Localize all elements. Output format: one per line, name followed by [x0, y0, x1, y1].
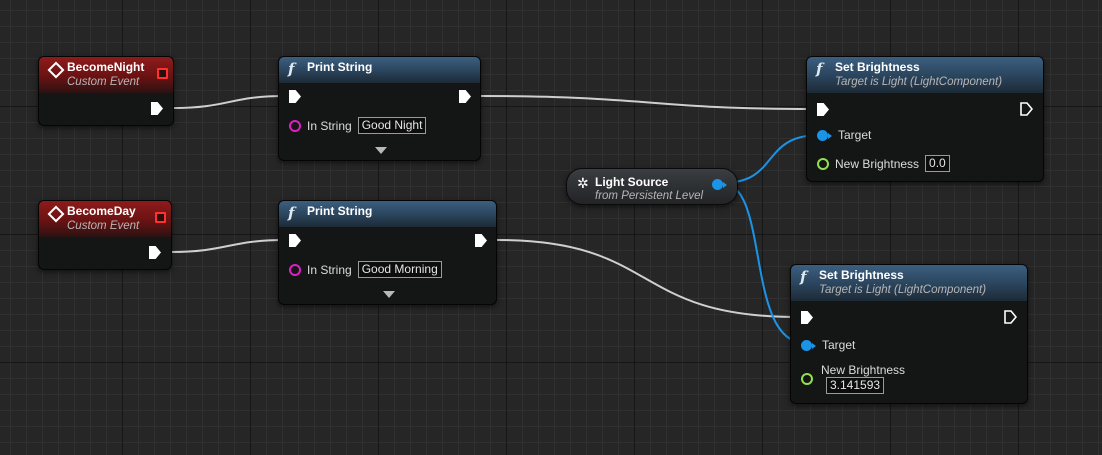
node-subtitle: Target is Light (LightComponent)	[819, 284, 987, 296]
function-icon: f	[288, 60, 295, 78]
function-icon: f	[288, 204, 295, 222]
in-string-pin-row[interactable]: In String Good Morning	[289, 261, 442, 278]
new-brightness-label: New Brightness	[821, 363, 906, 377]
in-string-label: In String	[307, 118, 352, 133]
node-header[interactable]: BecomeNight Custom Event	[39, 57, 173, 93]
string-pin-icon[interactable]	[289, 263, 301, 276]
event-diamond-icon	[47, 61, 65, 79]
float-pin-icon[interactable]	[801, 373, 813, 385]
target-pin-row[interactable]: Target	[817, 128, 871, 142]
event-diamond-icon	[47, 205, 65, 223]
node-title: Set Brightness	[835, 60, 920, 74]
delegate-output-pin[interactable]	[157, 68, 168, 79]
node-title: Light Source	[595, 175, 669, 189]
exec-output-pin[interactable]	[151, 102, 163, 115]
set-brightness-node-2[interactable]: f Set Brightness Target is Light (LightC…	[790, 264, 1028, 404]
function-icon: f	[800, 268, 807, 286]
target-label: Target	[822, 338, 856, 352]
float-pin-icon[interactable]	[817, 157, 829, 170]
exec-wire-day-to-print	[171, 239, 286, 253]
string-pin-icon[interactable]	[289, 119, 301, 132]
new-brightness-field[interactable]: 0.0	[925, 155, 950, 172]
in-string-label: In String	[307, 262, 352, 277]
exec-output-pin[interactable]	[459, 90, 471, 103]
print-string-node-night[interactable]: f Print String In String Good Night	[278, 56, 481, 161]
node-subtitle: Target is Light (LightComponent)	[835, 76, 1003, 88]
new-brightness-field[interactable]: 3.141593	[826, 377, 885, 394]
object-input-pin[interactable]	[817, 129, 832, 141]
node-title: Print String	[307, 60, 373, 74]
in-string-field[interactable]: Good Night	[357, 117, 427, 134]
new-brightness-label: New Brightness	[835, 156, 920, 171]
print-string-node-day[interactable]: f Print String In String Good Morning	[278, 200, 497, 305]
node-title: Print String	[307, 204, 373, 218]
node-subtitle: from Persistent Level	[595, 190, 704, 202]
new-brightness-pin-row[interactable]: New Brightness 0.0	[817, 155, 950, 172]
exec-wire-print-to-setbrightness-1	[480, 95, 813, 110]
delegate-output-pin[interactable]	[155, 212, 166, 223]
object-input-pin[interactable]	[801, 339, 816, 351]
expand-arrow-icon[interactable]	[383, 291, 395, 298]
exec-wire-night-to-print	[173, 95, 286, 109]
node-header[interactable]: f Print String	[279, 57, 480, 83]
function-icon: f	[816, 60, 823, 78]
target-label: Target	[838, 128, 872, 142]
exec-output-pin[interactable]	[149, 246, 161, 259]
object-output-pin[interactable]	[712, 179, 727, 190]
node-title: Set Brightness	[819, 268, 904, 282]
become-night-event-node[interactable]: BecomeNight Custom Event	[38, 56, 174, 126]
exec-output-pin[interactable]	[1004, 310, 1017, 324]
light-source-reference-node[interactable]: ✲ Light Source from Persistent Level	[566, 168, 738, 205]
exec-input-pin[interactable]	[289, 90, 301, 103]
exec-output-pin[interactable]	[475, 234, 487, 247]
exec-input-pin[interactable]	[801, 311, 813, 324]
exec-output-pin[interactable]	[1020, 102, 1033, 116]
exec-input-pin[interactable]	[289, 234, 301, 247]
actor-reference-icon: ✲	[577, 175, 589, 191]
exec-input-pin[interactable]	[817, 103, 829, 116]
expand-arrow-icon[interactable]	[375, 147, 387, 154]
node-header[interactable]: BecomeDay Custom Event	[39, 201, 171, 237]
node-header[interactable]: f Print String	[279, 201, 496, 227]
set-brightness-node-1[interactable]: f Set Brightness Target is Light (LightC…	[806, 56, 1044, 182]
target-pin-row[interactable]: Target	[801, 338, 855, 352]
become-day-event-node[interactable]: BecomeDay Custom Event	[38, 200, 172, 270]
in-string-field[interactable]: Good Morning	[357, 261, 442, 278]
exec-wire-print-to-setbrightness-2	[496, 239, 798, 318]
node-header[interactable]: f Set Brightness Target is Light (LightC…	[791, 265, 1027, 301]
node-header[interactable]: f Set Brightness Target is Light (LightC…	[807, 57, 1043, 93]
in-string-pin-row[interactable]: In String Good Night	[289, 117, 427, 134]
